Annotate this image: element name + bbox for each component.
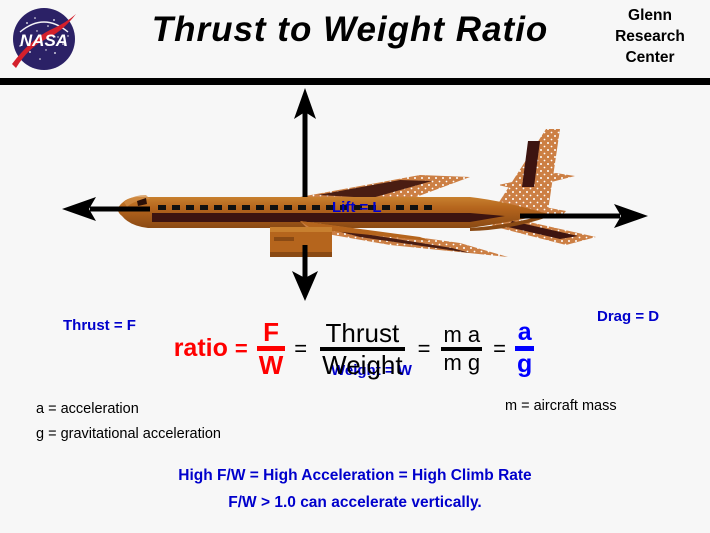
header-divider xyxy=(0,78,710,85)
page-title: Thrust to Weight Ratio xyxy=(151,10,549,49)
definition-acceleration: a = acceleration xyxy=(36,401,139,417)
nasa-logo: NASA xyxy=(12,8,76,70)
fraction-mg-denominator: m g xyxy=(443,349,481,375)
definition-gravitational-acceleration: g = gravitational acceleration xyxy=(36,426,221,442)
fraction-thrust-over-weight: Thrust Weight xyxy=(320,317,405,380)
nasa-wordmark: NASA xyxy=(20,31,68,50)
diagram-page: NASA Thrust to Weight Ratio Glenn Resear… xyxy=(0,0,710,533)
definition-aircraft-mass: m = aircraft mass xyxy=(505,398,617,414)
aircraft-engine xyxy=(270,227,332,257)
fraction-g-denominator: g xyxy=(517,350,533,378)
conclusion-line-1: High F/W = High Acceleration = High Clim… xyxy=(178,467,532,484)
fraction-thrust-numerator: Thrust xyxy=(325,317,400,348)
lift-arrow xyxy=(294,88,316,197)
fraction-a-over-g: a g xyxy=(515,318,535,378)
equation-ratio-word: ratio xyxy=(173,334,228,362)
fraction-f-over-w: F W xyxy=(256,317,286,380)
center-line-2: Research xyxy=(615,28,685,45)
equation-equals-4: = xyxy=(493,335,507,361)
fraction-ma-over-mg: m a m g xyxy=(441,321,483,375)
fraction-w-denominator: W xyxy=(258,350,284,380)
page-header: NASA Thrust to Weight Ratio Glenn Resear… xyxy=(0,0,710,78)
fraction-weight-denominator: Weight xyxy=(322,349,403,380)
fraction-a-numerator: a xyxy=(517,318,532,346)
fraction-f-numerator: F xyxy=(263,317,279,347)
equation-equals-1: = xyxy=(234,335,248,361)
equation-equals-3: = xyxy=(417,335,431,361)
aircraft-vertical-tail xyxy=(494,129,560,211)
center-line-3: Center xyxy=(625,49,675,66)
lift-label: Lift = L xyxy=(332,199,382,216)
aircraft-diagram: Lift = L Thrust = F Drag = D Weight = W xyxy=(0,85,710,379)
center-line-1: Glenn xyxy=(628,7,672,24)
fraction-ma-numerator: m a xyxy=(443,321,481,347)
nasa-center-name: Glenn Research Center xyxy=(598,5,702,68)
equation-equals-2: = xyxy=(294,335,308,361)
conclusion-line-2: F/W > 1.0 can accelerate vertically. xyxy=(228,494,482,511)
ratio-equation: ratio = F W = Thrust Weight = m a m g = … xyxy=(0,318,710,379)
